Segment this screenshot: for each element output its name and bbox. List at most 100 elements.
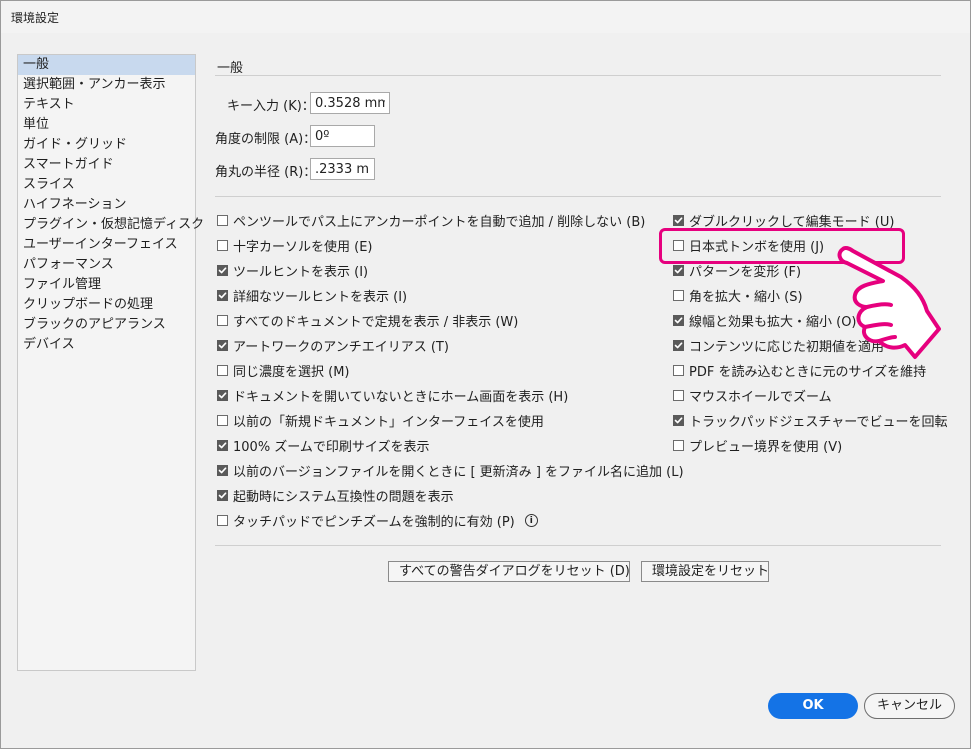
cancel-button[interactable]: キャンセル <box>864 693 955 719</box>
check-icon <box>218 491 227 498</box>
checkbox-box[interactable] <box>673 439 684 451</box>
checkbox-box[interactable] <box>217 414 228 426</box>
option-checkbox[interactable]: マウスホイールでズーム <box>673 385 832 405</box>
checkbox-box[interactable] <box>673 364 684 376</box>
option-label: 以前の「新規ドキュメント」インターフェイスを使用 <box>233 414 544 430</box>
check-icon <box>218 341 227 348</box>
window-title: 環境設定 <box>11 11 60 25</box>
checkbox-box[interactable] <box>217 389 228 401</box>
option-checkbox[interactable]: 角を拡大・縮小 (S) <box>673 285 803 305</box>
option-label: ダブルクリックして編集モード (U) <box>689 214 895 230</box>
option-label: 100% ズームで印刷サイズを表示 <box>233 439 430 455</box>
option-checkbox[interactable]: 100% ズームで印刷サイズを表示 <box>217 435 430 455</box>
option-label: アートワークのアンチエイリアス (T) <box>233 339 449 355</box>
check-icon <box>218 441 227 448</box>
option-label: ドキュメントを開いていないときにホーム画面を表示 (H) <box>233 389 569 405</box>
checkbox-box[interactable] <box>673 339 684 351</box>
option-label: 同じ濃度を選択 (M) <box>233 364 350 380</box>
title-bar: 環境設定 <box>1 1 970 33</box>
option-label: ペンツールでパス上にアンカーポイントを自動で追加 / 削除しない (B) <box>233 214 646 230</box>
divider <box>215 196 941 197</box>
option-checkbox[interactable]: 同じ濃度を選択 (M) <box>217 360 350 380</box>
reset-warnings-button[interactable]: すべての警告ダイアログをリセット (D) <box>388 561 630 582</box>
sidebar-item[interactable]: スマートガイド <box>18 155 195 175</box>
divider <box>215 75 941 76</box>
option-checkbox[interactable]: プレビュー境界を使用 (V) <box>673 435 842 455</box>
option-label: 起動時にシステム互換性の問題を表示 <box>233 489 454 505</box>
option-label: 詳細なツールヒントを表示 (I) <box>233 289 408 305</box>
option-label: タッチパッドでピンチズームを強制的に有効 (P) <box>233 514 515 530</box>
option-label: ツールヒントを表示 (I) <box>233 264 369 280</box>
check-icon <box>218 466 227 473</box>
option-checkbox[interactable]: PDF を読み込むときに元のサイズを維持 <box>673 360 926 380</box>
checkbox-box[interactable] <box>673 289 684 301</box>
option-label: 以前のバージョンファイルを開くときに [ 更新済み ] をファイル名に追加 (L… <box>233 464 684 480</box>
option-checkbox[interactable]: 以前のバージョンファイルを開くときに [ 更新済み ] をファイル名に追加 (L… <box>217 460 684 480</box>
sidebar-item[interactable]: ハイフネーション <box>18 195 195 215</box>
sidebar-item[interactable]: 一般 <box>18 55 195 75</box>
checkbox-box[interactable] <box>217 489 228 501</box>
checkbox-box[interactable] <box>673 389 684 401</box>
sidebar-item[interactable]: ファイル管理 <box>18 275 195 295</box>
checkbox-box[interactable] <box>673 264 684 276</box>
checkbox-box[interactable] <box>217 514 228 526</box>
option-checkbox[interactable]: 以前の「新規ドキュメント」インターフェイスを使用 <box>217 410 544 430</box>
option-label: PDF を読み込むときに元のサイズを維持 <box>689 364 927 380</box>
option-checkbox[interactable]: 詳細なツールヒントを表示 (I) <box>217 285 407 305</box>
pointing-hand-icon <box>837 245 941 359</box>
checkbox-box[interactable] <box>673 314 684 326</box>
check-icon <box>218 266 227 273</box>
check-icon <box>674 341 683 348</box>
sidebar-item[interactable]: 選択範囲・アンカー表示 <box>18 75 195 95</box>
check-icon <box>218 291 227 298</box>
sidebar-item[interactable]: デバイス <box>18 335 195 355</box>
option-label: 角を拡大・縮小 (S) <box>689 289 803 305</box>
sidebar-item[interactable]: ブラックのアピアランス <box>18 315 195 335</box>
checkbox-box[interactable] <box>217 464 228 476</box>
ok-button[interactable]: OK <box>768 693 858 719</box>
corner-radius-label: 角丸の半径 (R)： <box>215 165 317 180</box>
option-checkbox[interactable]: ダブルクリックして編集モード (U) <box>673 210 894 230</box>
info-icon[interactable]: i <box>524 513 538 527</box>
sidebar-item[interactable]: プラグイン・仮想記憶ディスク <box>18 215 204 235</box>
constrain-angle-input[interactable] <box>310 125 375 147</box>
option-checkbox[interactable]: タッチパッドでピンチズームを強制的に有効 (P) i <box>217 510 538 530</box>
checkbox-box[interactable] <box>217 364 228 376</box>
checkbox-box[interactable] <box>673 414 684 426</box>
option-label: すべてのドキュメントで定規を表示 / 非表示 (W) <box>233 314 519 330</box>
option-checkbox[interactable]: 十字カーソルを使用 (E) <box>217 235 373 255</box>
option-label: プレビュー境界を使用 (V) <box>689 439 843 455</box>
check-icon <box>674 216 683 223</box>
checkbox-box[interactable] <box>673 214 684 226</box>
sidebar-item[interactable]: 単位 <box>18 115 195 135</box>
sidebar-item[interactable]: ガイド・グリッド <box>18 135 195 155</box>
reset-preferences-button[interactable]: 環境設定をリセット <box>641 561 769 582</box>
option-checkbox[interactable]: トラックパッドジェスチャーでビューを回転 <box>673 410 947 430</box>
keyboard-increment-label: キー入力 (K)： <box>227 99 315 114</box>
checkbox-box[interactable] <box>217 314 228 326</box>
option-checkbox[interactable]: ペンツールでパス上にアンカーポイントを自動で追加 / 削除しない (B) <box>217 210 645 230</box>
option-checkbox[interactable]: 線幅と効果も拡大・縮小 (O) <box>673 310 857 330</box>
option-checkbox[interactable]: ドキュメントを開いていないときにホーム画面を表示 (H) <box>217 385 568 405</box>
sidebar-item[interactable]: パフォーマンス <box>18 255 195 275</box>
category-list[interactable]: 一般 選択範囲・アンカー表示 テキスト 単位 ガイド・グリッド スマートガイド スライス ハイ… <box>17 54 204 671</box>
option-label: トラックパッドジェスチャーでビューを回転 <box>689 414 948 430</box>
checkbox-box[interactable] <box>217 264 228 276</box>
sidebar-item[interactable]: テキスト <box>18 95 195 115</box>
sidebar-item[interactable]: スライス <box>18 175 195 195</box>
option-checkbox[interactable]: 起動時にシステム互換性の問題を表示 <box>217 485 454 505</box>
option-checkbox[interactable]: すべてのドキュメントで定規を表示 / 非表示 (W) <box>217 310 518 330</box>
sidebar-item[interactable]: クリップボードの処理 <box>18 295 195 315</box>
checkbox-box[interactable] <box>217 214 228 226</box>
checkbox-box[interactable] <box>217 289 228 301</box>
checkbox-box[interactable] <box>217 239 228 251</box>
corner-radius-input[interactable] <box>310 158 375 180</box>
keyboard-increment-input[interactable] <box>310 92 390 114</box>
checkbox-box[interactable] <box>217 339 228 351</box>
option-label: マウスホイールでズーム <box>689 389 832 405</box>
option-checkbox[interactable]: ツールヒントを表示 (I) <box>217 260 368 280</box>
checkbox-box[interactable] <box>217 439 228 451</box>
option-checkbox[interactable]: アートワークのアンチエイリアス (T) <box>217 335 449 355</box>
sidebar-item[interactable]: ユーザーインターフェイス <box>18 235 195 255</box>
preferences-dialog: 環境設定 一般 選択範囲・アンカー表示 テキスト 単位 ガイド・グリッド スマートガイドス… <box>0 0 971 749</box>
